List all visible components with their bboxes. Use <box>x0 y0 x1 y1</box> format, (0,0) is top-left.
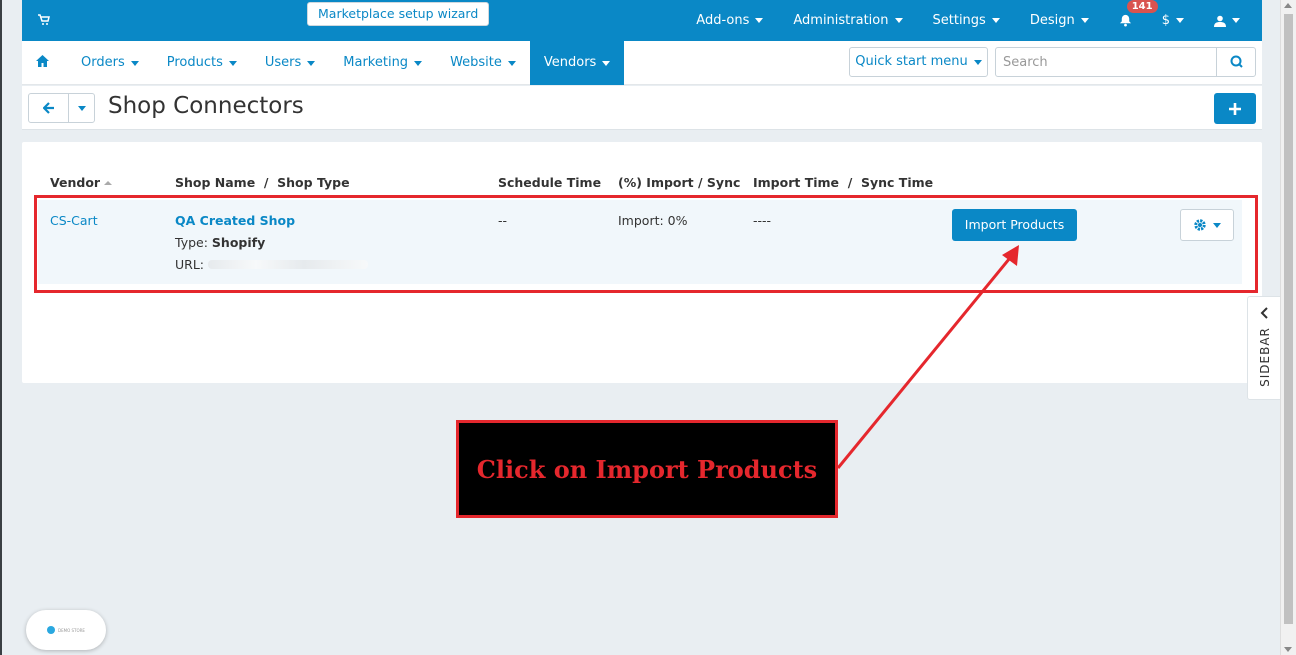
caret-down-icon <box>228 60 237 66</box>
search-icon <box>1230 55 1243 68</box>
demo-store-badge[interactable]: DEMO STORE <box>26 610 106 650</box>
annotation-callout: Click on Import Products <box>456 420 838 518</box>
nav-label: Orders <box>81 55 125 70</box>
menu-label: Design <box>1029 13 1075 28</box>
highlight-box <box>34 195 1258 293</box>
caret-down-icon <box>991 18 1000 23</box>
sidebar-label: SIDEBAR <box>1258 327 1272 387</box>
quick-start-menu-button[interactable]: Quick start menu <box>849 47 988 77</box>
demo-store-logo-icon <box>47 626 56 634</box>
search-input[interactable] <box>995 47 1217 77</box>
page-title: Shop Connectors <box>108 93 304 119</box>
top-menu: Add-ons Administration Settings Design 1… <box>666 0 1240 41</box>
caret-down-icon <box>973 60 982 65</box>
callout-text: Click on Import Products <box>476 454 818 484</box>
currency-label: $ <box>1161 13 1170 28</box>
column-header-vendor[interactable]: Vendor <box>50 175 113 190</box>
menu-label: Administration <box>793 13 889 28</box>
currency-menu[interactable]: $ <box>1162 13 1184 28</box>
caret-down-icon <box>602 60 611 66</box>
menu-administration[interactable]: Administration <box>793 13 903 28</box>
column-header-import-sync: (%) Import / Sync <box>618 175 741 190</box>
plus-icon <box>1229 103 1241 115</box>
nav-users[interactable]: Users <box>251 41 329 85</box>
arrow-left-icon <box>42 102 54 114</box>
column-header-schedule: Schedule Time <box>498 175 602 190</box>
user-menu[interactable] <box>1214 15 1240 27</box>
nav-label: Users <box>264 55 302 70</box>
column-header-times: Import Time / Sync Time <box>753 175 934 190</box>
nav-label: Products <box>166 55 223 70</box>
caret-down-icon <box>894 18 903 23</box>
back-button[interactable] <box>29 94 69 122</box>
caret-down-icon <box>77 105 86 111</box>
home-icon[interactable] <box>36 55 49 71</box>
sidebar-toggle[interactable]: SIDEBAR <box>1247 296 1282 400</box>
page-header: Shop Connectors <box>22 86 1262 130</box>
quick-start-label: Quick start menu <box>855 54 968 69</box>
nav-website[interactable]: Website <box>436 41 530 85</box>
caret-down-icon <box>1232 18 1240 23</box>
nav-label: Website <box>450 55 502 70</box>
menu-label: Settings <box>932 13 986 28</box>
scroll-down-arrow[interactable] <box>1284 647 1292 652</box>
chevron-left-icon <box>1260 307 1268 319</box>
header-label: Vendor <box>50 175 101 190</box>
menu-label: Add-ons <box>696 13 750 28</box>
back-button-group <box>28 93 95 123</box>
caret-down-icon <box>1176 18 1184 23</box>
caret-down-icon <box>507 60 516 66</box>
main-nav: Orders Products Users Marketing Website … <box>22 41 1262 85</box>
caret-down-icon <box>1080 18 1089 23</box>
scrollbar-thumb[interactable] <box>1284 14 1293 624</box>
column-header-shop: Shop Name / Shop Type <box>175 175 350 190</box>
user-icon <box>1214 15 1226 27</box>
cart-icon[interactable] <box>38 14 50 30</box>
top-bar: Marketplace setup wizard Add-ons Adminis… <box>22 0 1262 41</box>
scroll-up-arrow[interactable] <box>1284 3 1292 8</box>
back-dropdown-toggle[interactable] <box>69 94 94 122</box>
caret-down-icon <box>130 60 139 66</box>
sort-asc-icon <box>104 181 113 185</box>
menu-addons[interactable]: Add-ons <box>696 13 764 28</box>
nav-orders[interactable]: Orders <box>67 41 153 85</box>
search-button[interactable] <box>1216 47 1256 77</box>
notification-badge: 141 <box>1126 0 1158 13</box>
nav-marketing[interactable]: Marketing <box>329 41 436 85</box>
menu-design[interactable]: Design <box>1030 13 1089 28</box>
caret-down-icon <box>414 60 423 66</box>
menu-settings[interactable]: Settings <box>933 13 1000 28</box>
nav-products[interactable]: Products <box>153 41 251 85</box>
caret-down-icon <box>307 60 316 66</box>
marketplace-wizard-button[interactable]: Marketplace setup wizard <box>307 2 490 26</box>
bell-icon <box>1119 14 1131 27</box>
demo-store-logo-text: DEMO STORE <box>58 627 85 633</box>
scrollbar[interactable] <box>1280 0 1296 655</box>
nav-label: Marketing <box>343 55 409 70</box>
add-button[interactable] <box>1214 93 1256 124</box>
caret-down-icon <box>755 18 764 23</box>
notifications-button[interactable]: 141 <box>1119 0 1158 27</box>
nav-label: Vendors <box>543 55 597 70</box>
window-edge <box>0 0 2 655</box>
nav-vendors[interactable]: Vendors <box>529 41 625 85</box>
